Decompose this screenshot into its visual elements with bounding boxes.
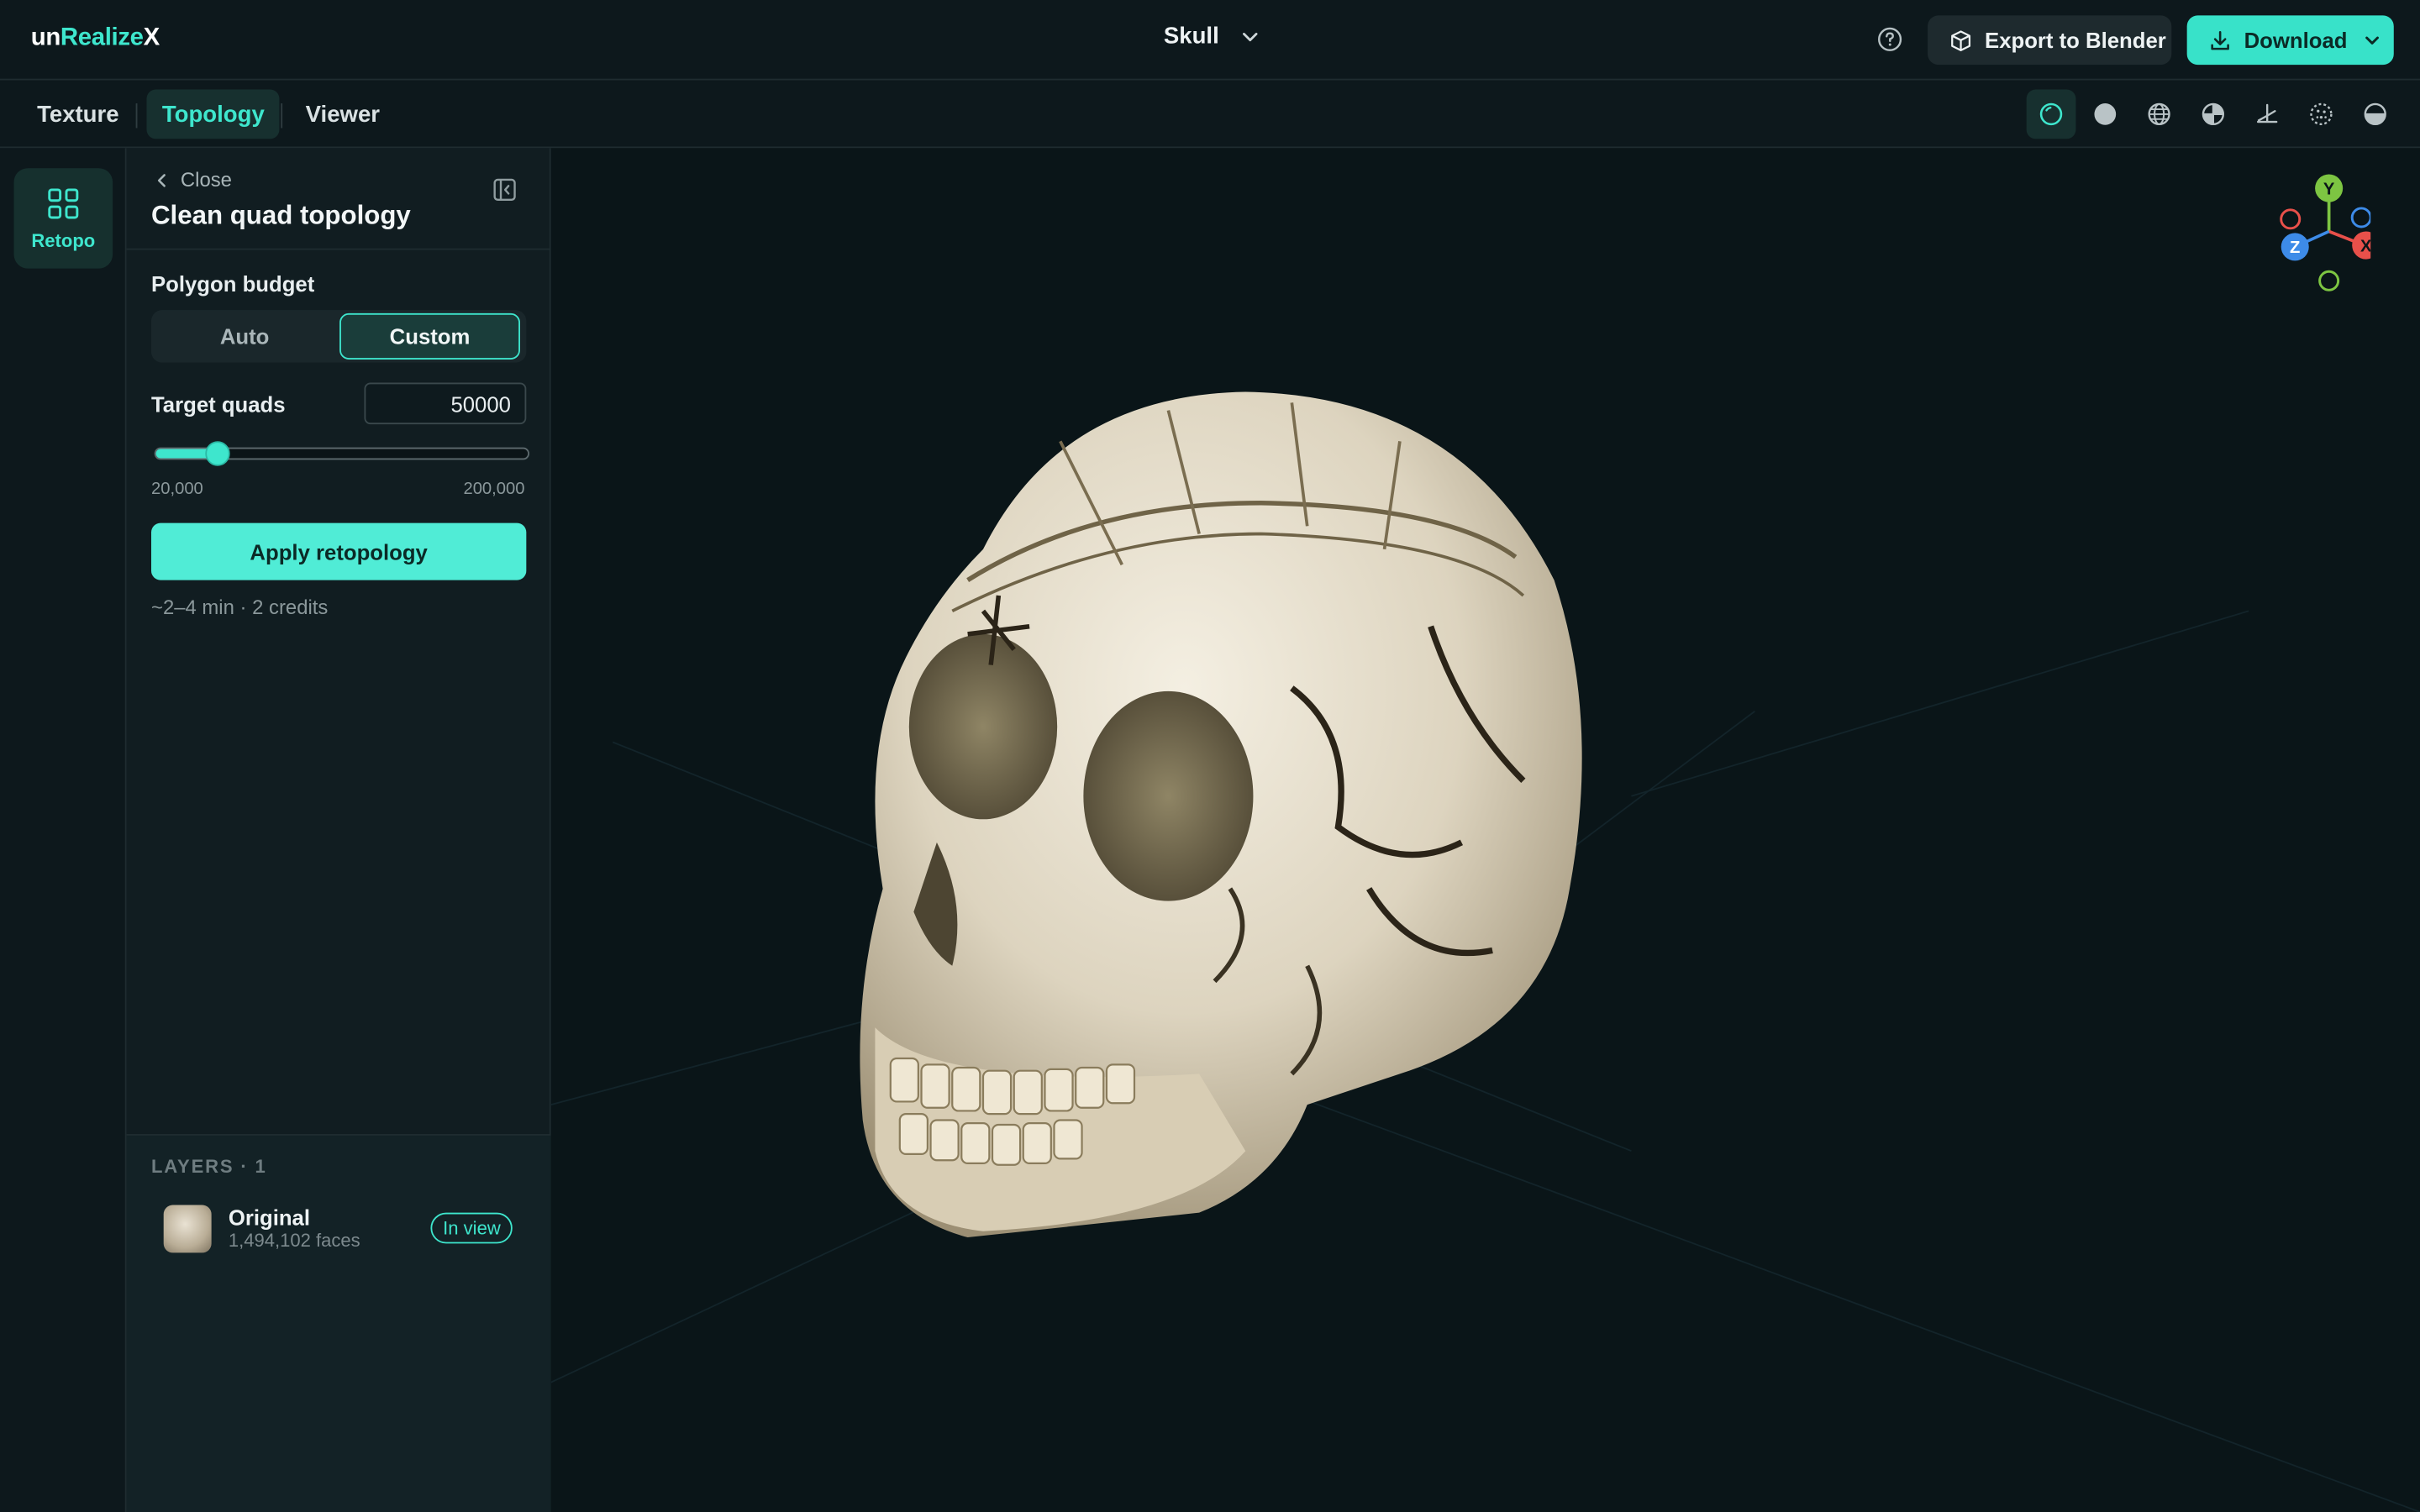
view-mode-ground-button[interactable]	[2243, 90, 2292, 139]
download-button[interactable]: Download	[2186, 15, 2394, 66]
apply-retopology-button[interactable]: Apply retopology	[151, 522, 527, 580]
retopology-panel: Close Clean quad topology Polygon budget…	[126, 148, 551, 1512]
mode-tab-bar: Texture Topology Viewer	[0, 80, 2420, 149]
help-icon[interactable]	[1874, 24, 1907, 56]
tab-divider	[135, 103, 138, 129]
lit-sphere-icon	[2039, 102, 2063, 126]
cube-icon	[1951, 29, 1971, 51]
close-label: Close	[180, 168, 232, 192]
tab-divider	[281, 103, 283, 129]
panel-header: Close Clean quad topology	[126, 148, 551, 250]
chevron-down-icon	[1242, 32, 1258, 41]
close-panel-link[interactable]: Close	[155, 168, 232, 192]
axis-gizmo[interactable]: Y X Z	[2272, 173, 2371, 297]
solid-sphere-icon	[2094, 103, 2117, 125]
app-logo[interactable]: unRealizeX	[31, 24, 160, 52]
export-label: Export to Blender	[1985, 28, 2166, 53]
ground-plane-icon	[2256, 103, 2278, 123]
wireframe-globe-icon	[2148, 102, 2170, 126]
tab-texture[interactable]: Texture	[22, 90, 134, 139]
in-view-badge: In view	[430, 1212, 513, 1244]
view-mode-quadrant-button[interactable]	[2188, 90, 2238, 139]
half-sphere-icon	[2364, 102, 2386, 126]
3d-viewport[interactable]: Y X Z	[550, 148, 2420, 1512]
project-name: Skull	[1163, 23, 1219, 50]
y-axis-label: Y	[2323, 180, 2335, 198]
tab-viewer[interactable]: Viewer	[290, 90, 395, 139]
view-mode-points-button[interactable]	[2296, 90, 2346, 139]
rail-item-retopo[interactable]: Retopo	[13, 168, 113, 269]
quadrant-sphere-icon	[2202, 102, 2225, 126]
view-mode-lit-button[interactable]	[2026, 89, 2076, 139]
project-selector[interactable]: Skull	[1164, 24, 1260, 50]
collapse-panel-icon[interactable]	[491, 176, 518, 203]
slider-thumb[interactable]	[204, 441, 229, 466]
polygon-budget-label: Polygon budget	[151, 271, 315, 297]
neg-x-axis-handle[interactable]	[2280, 208, 2302, 230]
polygon-budget-toggle: Auto Custom	[151, 310, 527, 363]
neg-z-axis-handle[interactable]	[2350, 207, 2371, 228]
x-axis-label: X	[2360, 237, 2370, 255]
logo-text-realize: Realize	[60, 24, 144, 51]
export-to-blender-button[interactable]: Export to Blender	[1928, 15, 2172, 66]
tool-rail: Retopo	[0, 148, 127, 1512]
view-mode-wireframe-button[interactable]	[2134, 90, 2184, 139]
layer-item[interactable]: Original 1,494,102 faces In view	[151, 1193, 526, 1267]
logo-text-un: un	[30, 24, 61, 51]
z-axis-label: Z	[2290, 239, 2300, 257]
target-quads-label: Target quads	[151, 391, 286, 417]
grid-icon	[48, 187, 79, 218]
rail-item-label: Retopo	[31, 228, 96, 251]
view-mode-half-button[interactable]	[2350, 90, 2400, 139]
time-credit-estimate: ~2–4 min · 2 credits	[151, 595, 329, 619]
segment-auto-button[interactable]: Auto	[156, 313, 334, 360]
layers-header: LAYERS · 1	[151, 1155, 267, 1178]
layer-name: Original	[228, 1205, 311, 1230]
target-quads-slider[interactable]	[154, 441, 530, 466]
segment-custom-button[interactable]: Custom	[339, 312, 520, 360]
view-mode-solid-button[interactable]	[2081, 90, 2130, 139]
panel-title: Clean quad topology	[151, 200, 411, 230]
points-sphere-icon	[2310, 102, 2333, 126]
layer-face-count: 1,494,102 faces	[228, 1229, 360, 1252]
slider-max-label: 200,000	[463, 480, 525, 499]
logo-text-x: X	[143, 24, 160, 51]
skull-model[interactable]	[844, 380, 1586, 1244]
slider-min-label: 20,000	[151, 480, 203, 499]
layer-thumbnail	[163, 1205, 212, 1253]
chevron-left-icon	[157, 173, 166, 186]
chevron-down-icon	[2365, 36, 2379, 45]
target-quads-input[interactable]	[364, 382, 527, 425]
layers-section: LAYERS · 1 Original 1,494,102 faces In v…	[126, 1134, 551, 1512]
app-root: unRealizeX Skull Export to Blender Downl…	[0, 0, 2420, 1512]
download-icon	[2211, 30, 2229, 50]
download-label: Download	[2244, 28, 2348, 53]
tab-topology[interactable]: Topology	[146, 89, 281, 139]
top-bar: unRealizeX Skull Export to Blender Downl…	[0, 0, 2420, 81]
neg-y-axis-handle[interactable]	[2318, 270, 2340, 291]
